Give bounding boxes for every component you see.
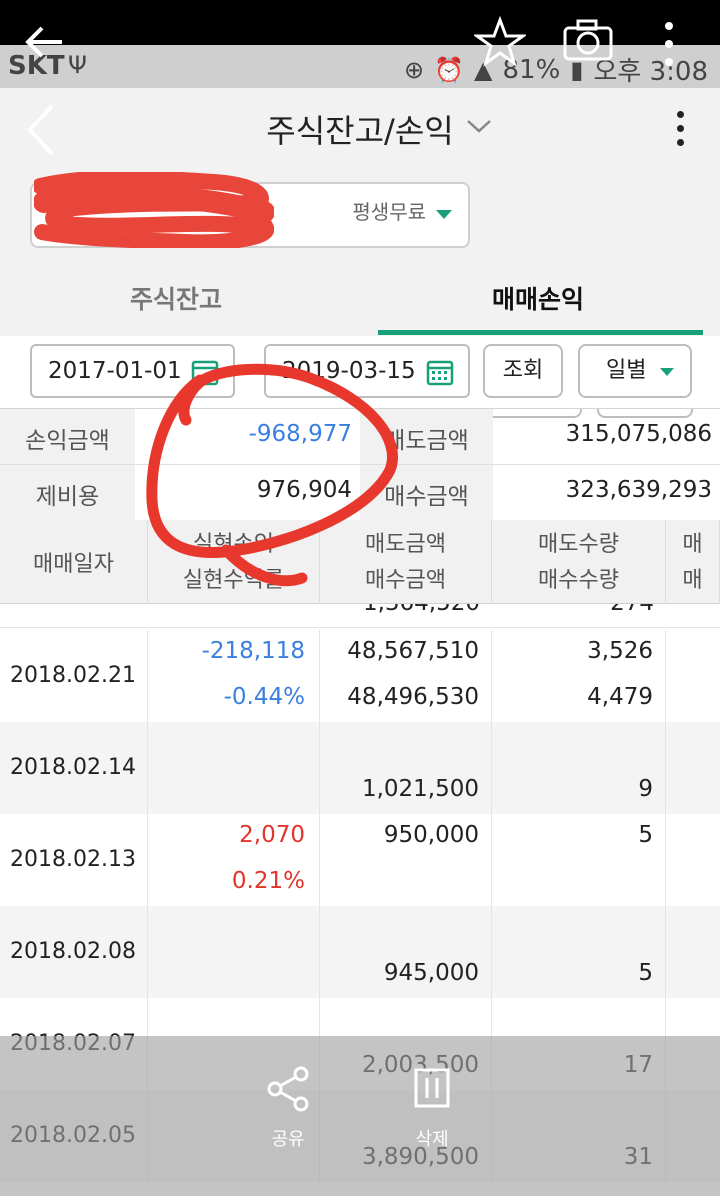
row-realized-pl: 2,070 0.21% [148,814,320,906]
header-amount-line1: 매도금액 [365,532,446,557]
buy-amount-value: 323,639,293 [565,477,712,503]
row-date: 2018.02.13 [0,814,148,906]
row-amounts: 48,567,510 48,496,530 [320,630,492,722]
row-pl-amount: 2,070 [239,822,305,848]
row-amounts: 945,000 [320,906,492,998]
share-icon [265,1066,311,1117]
screen: SKT Ψ ⊕ ⏰ ▲ 81% ▮ 오후 3:08 주식잔고/손익 2 QV C… [0,0,720,1196]
period-dropdown-icon [660,368,674,376]
date-filter-bar: 2017-01-01 2019-03-15 조회 일별 [0,336,720,408]
row-quantities: 3,526 4,479 [492,630,666,722]
row-amounts: 950,000 [320,814,492,906]
data-saver-icon: ⊕ [404,55,425,84]
row-buy-amount: 945,000 [383,960,479,986]
tab-trade-pl[interactable]: 매매손익 [492,280,584,316]
header-extra-line1: 매 [682,532,703,557]
alarm-icon: ⏰ [434,55,465,84]
more-menu-icon[interactable] [668,108,692,152]
fees-value: 976,904 [256,477,352,503]
table-row[interactable]: 2018.02.21 -218,118 -0.44% 48,567,510 48,496… [0,630,720,722]
header-trade-date: 매매일자 [0,520,148,604]
share-button[interactable]: 공유 [262,1066,314,1151]
buy-amount-label: 매수금액 [360,465,493,520]
header-realized-pl: 실현손익 실현수익률 [148,520,320,604]
header-quantity: 매도수량 매수수량 [492,520,666,604]
to-date-value: 2019-03-15 [282,358,416,384]
row-sell-qty: 3,526 [587,638,653,664]
to-calendar-icon[interactable] [426,358,454,392]
to-date-input[interactable]: 2019-03-15 [264,344,470,398]
tab-bar: 주식잔고 매매손익 [0,270,720,336]
viewer-back-arrow-icon[interactable] [22,20,66,64]
favorite-star-icon[interactable] [472,15,528,72]
row-pl-rate: 0.21% [231,868,305,894]
fee-type-label: 평생무료 [352,200,426,224]
header-realized-pl-line2: 실현수익률 [182,568,285,593]
table-row[interactable]: 2018.02.08 945,000 5 [0,906,720,998]
row-quantities: 5 [492,814,666,906]
row-quantities: 5 [492,906,666,998]
header-quantity-line2: 매수수량 [538,568,619,593]
header-amount-line2: 매수금액 [365,568,446,593]
from-date-input[interactable]: 2017-01-01 [30,344,235,398]
pl-amount-label: 손익금액 [0,409,135,464]
delete-label: 삭제 [415,1129,449,1150]
page-title[interactable]: 주식잔고/손익 [0,106,720,152]
active-tab-indicator [378,330,703,335]
table-row[interactable]: 2018.02.14 1,021,500 9 [0,722,720,814]
sell-amount-label: 매도금액 [360,409,493,464]
row-buy-qty: 4,479 [587,684,653,710]
trash-icon [412,1068,452,1117]
row-sell-qty: 5 [638,822,653,848]
row-date: 2018.02.21 [0,630,148,722]
header-amount: 매도금액 매수금액 [320,520,492,604]
usb-icon: Ψ [68,51,87,79]
table-row-partial: 1,364,520 274 [0,604,720,628]
row-buy-qty: 5 [638,960,653,986]
summary-table: 손익금액 -968,977 매도금액 315,075,086 제비용 976,9… [0,408,720,521]
camera-icon[interactable] [562,18,614,66]
row-sell-amount: 48,567,510 [347,638,479,664]
redaction-scribble [32,170,275,251]
table-row[interactable]: 2018.02.13 2,070 0.21% 950,000 5 [0,814,720,906]
pl-amount-value: -968,977 [248,421,352,447]
period-value: 일별 [606,358,647,383]
share-label: 공유 [271,1129,305,1150]
from-calendar-icon[interactable] [191,358,219,392]
header-realized-pl-line1: 실현손익 [193,532,274,557]
row-realized-pl [148,722,320,814]
from-date-value: 2017-01-01 [48,358,182,384]
delete-button[interactable]: 삭제 [402,1066,462,1151]
query-button[interactable]: 조회 [483,344,563,398]
row-date: 2018.02.14 [0,722,148,814]
tab-stock-balance[interactable]: 주식잔고 [130,280,222,316]
partial-amount: 1,364,520 [363,604,480,616]
row-sell-amount: 950,000 [383,822,479,848]
viewer-more-icon[interactable] [662,20,676,72]
title-dropdown-chevron-icon[interactable] [466,118,492,138]
row-buy-amount: 48,496,530 [347,684,479,710]
period-select[interactable]: 일별 [578,344,692,398]
row-realized-pl [148,906,320,998]
app-header: 주식잔고/손익 [0,88,720,170]
partial-qty: 274 [610,604,654,616]
fees-label: 제비용 [0,465,135,520]
row-buy-qty: 9 [638,776,653,802]
row-buy-amount: 1,021,500 [361,776,479,802]
account-dropdown-icon [436,210,452,219]
row-pl-rate: -0.44% [223,684,305,710]
row-pl-amount: -218,118 [201,638,305,664]
sell-amount-value: 315,075,086 [565,421,712,447]
header-quantity-line1: 매도수량 [538,532,619,557]
header-extra: 매 매 [666,520,720,604]
row-realized-pl: -218,118 -0.44% [148,630,320,722]
header-extra-line2: 매 [682,568,703,593]
row-date: 2018.02.08 [0,906,148,998]
bottom-action-overlay: 공유 삭제 [0,1036,720,1196]
row-amounts: 1,021,500 [320,722,492,814]
table-header: 매매일자 실현손익 실현수익률 매도금액 매수금액 매도수량 매수수량 매 매 [0,520,720,604]
row-quantities: 9 [492,722,666,814]
